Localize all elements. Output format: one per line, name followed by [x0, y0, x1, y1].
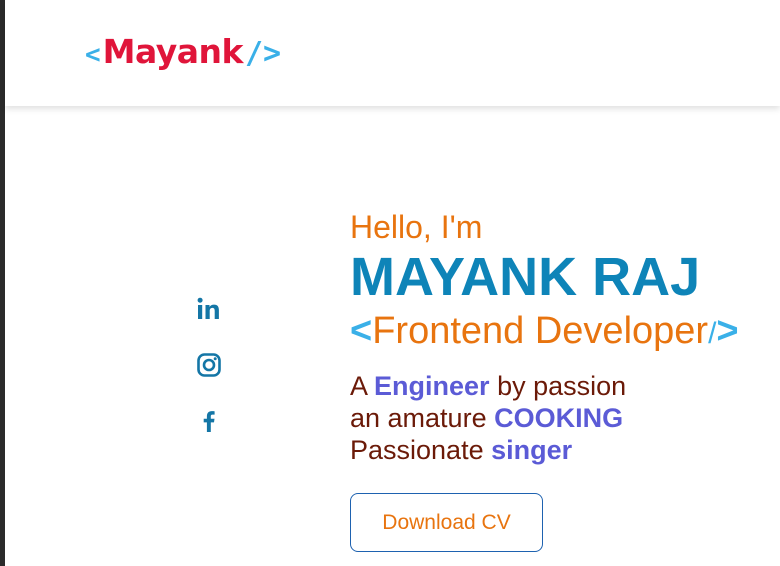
line-highlight: COOKING [494, 403, 624, 433]
role-title: Frontend Developer [372, 310, 709, 352]
instagram-link[interactable] [193, 349, 225, 381]
hero-name: MAYANK RAJ [350, 247, 701, 307]
hero-section: Hello, I'm MAYANK RAJ <Frontend Develope… [350, 207, 780, 466]
linkedin-link[interactable] [193, 293, 225, 325]
linkedin-icon [197, 297, 219, 319]
facebook-icon [203, 411, 215, 432]
navbar: < Mayank /> [5, 0, 780, 106]
hero-description: A Engineer by passion an amature COOKING… [350, 370, 780, 466]
hero-role: <Frontend Developer/> [350, 307, 780, 358]
facebook-link[interactable] [193, 405, 225, 437]
line-text: by passion [489, 371, 627, 401]
description-line: Passionate singer [350, 434, 780, 466]
hero-greeting: Hello, I'm [350, 209, 483, 245]
site-logo[interactable]: < Mayank /> [85, 32, 281, 76]
line-text: Passionate [350, 435, 492, 465]
line-highlight: Engineer [374, 371, 490, 401]
logo-open-bracket: < [85, 40, 101, 70]
role-open-bracket: < [350, 310, 373, 352]
description-line: an amature COOKING [350, 402, 780, 434]
line-highlight: singer [491, 435, 573, 465]
instagram-icon [197, 353, 221, 377]
logo-name: Mayank [102, 32, 244, 71]
logo-close-tag: /> [244, 36, 282, 71]
role-close-bracket: > [716, 310, 739, 352]
line-text: an amature [350, 403, 495, 433]
social-links [193, 293, 225, 461]
download-cv-button[interactable]: Download CV [350, 493, 543, 552]
line-text: A [350, 371, 375, 401]
description-line: A Engineer by passion [350, 370, 780, 402]
